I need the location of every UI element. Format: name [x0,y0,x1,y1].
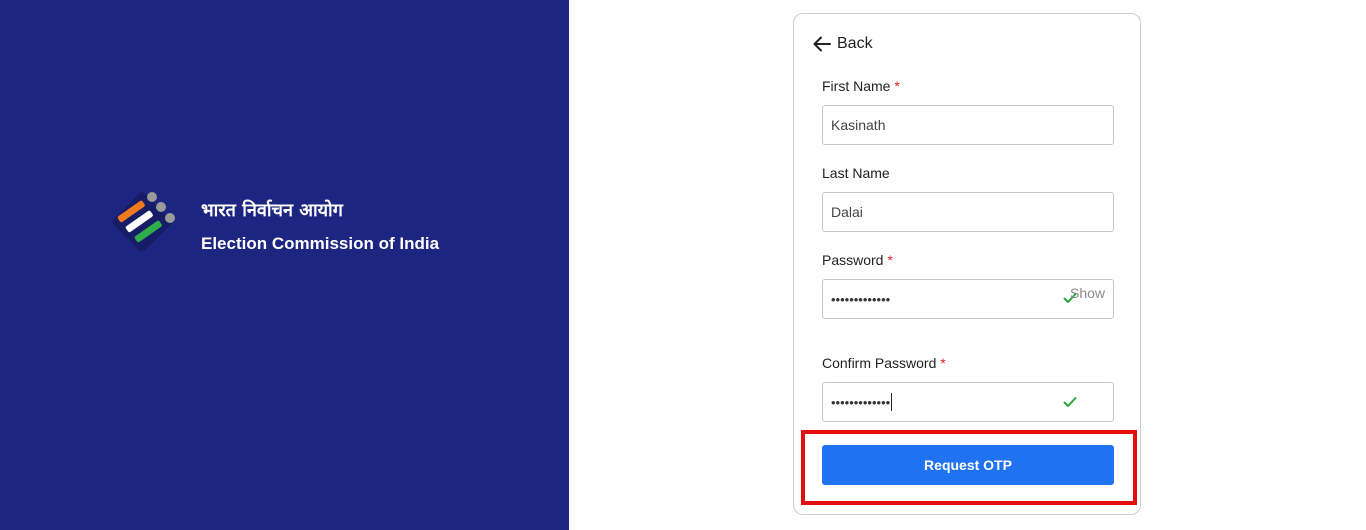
arrow-left-icon [813,36,831,52]
back-label: Back [837,35,873,52]
hindi-title: भारत निर्वाचन आयोग [201,200,343,221]
request-otp-button[interactable]: Request OTP [822,445,1114,485]
required-mark: * [940,355,946,371]
text-caret [891,393,893,411]
last-name-input[interactable]: Dalai [822,192,1114,232]
english-title: Election Commission of India [201,234,440,253]
confirm-password-label: Confirm Password * [822,355,946,371]
last-name-value: Dalai [831,204,863,220]
password-label: Password * [822,252,893,268]
first-name-value: Kasinath [831,117,886,133]
password-value: ••••••••••••• [831,291,891,307]
password-label-text: Password [822,252,884,268]
confirm-password-value: ••••••••••••• [831,394,891,410]
required-mark: * [894,78,900,94]
ballot-logo-icon [112,192,175,252]
first-name-label: First Name * [822,78,900,94]
confirm-password-label-text: Confirm Password [822,355,937,371]
last-name-label: Last Name [822,165,890,181]
show-password-toggle[interactable]: Show [1070,285,1105,301]
required-mark: * [887,252,893,268]
confirm-password-valid-check-icon [1063,397,1077,407]
first-name-input[interactable]: Kasinath [822,105,1114,145]
back-button[interactable]: Back [813,35,873,53]
first-name-label-text: First Name [822,78,891,94]
branding-panel: भारत निर्वाचन आयोग Election Commission o… [0,0,569,530]
